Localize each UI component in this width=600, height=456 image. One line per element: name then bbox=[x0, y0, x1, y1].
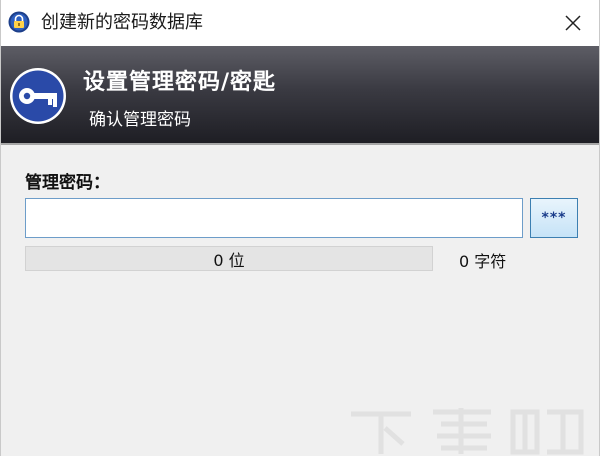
show-password-toggle[interactable]: *** bbox=[530, 198, 578, 238]
window-title: 创建新的密码数据库 bbox=[41, 12, 203, 33]
close-icon bbox=[565, 15, 581, 31]
banner-divider bbox=[1, 143, 599, 145]
banner-subtitle: 确认管理密码 bbox=[89, 110, 191, 130]
padlock-icon bbox=[8, 11, 30, 33]
banner-title: 设置管理密码/密匙 bbox=[83, 70, 277, 95]
password-label: 管理密码： bbox=[25, 173, 110, 193]
watermark-logo bbox=[351, 408, 584, 455]
password-strength-bar: 0 位 bbox=[25, 246, 433, 271]
key-icon bbox=[10, 68, 66, 124]
title-bar: 创建新的密码数据库 bbox=[1, 0, 599, 46]
header-banner: 设置管理密码/密匙 确认管理密码 bbox=[1, 46, 599, 143]
create-database-window: 创建新的密码数据库 设置管理密码/密匙 确认管理密码 管理密码： *** 0 位… bbox=[0, 0, 600, 456]
strength-bits: 0 位 bbox=[213, 250, 245, 270]
password-input[interactable] bbox=[25, 198, 523, 238]
character-count: 0 字符 bbox=[459, 252, 507, 271]
close-button[interactable] bbox=[553, 6, 593, 40]
